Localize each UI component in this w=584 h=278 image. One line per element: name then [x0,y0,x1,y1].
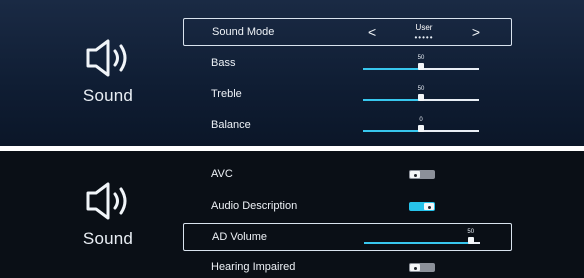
slider-value: 50 [467,229,475,235]
row-label-sound-mode: Sound Mode [212,26,275,38]
slider-fill [363,130,421,132]
row-label-audio-description: Audio Description [211,200,298,212]
avc-toggle[interactable] [409,170,435,179]
category-label: Sound [82,229,134,248]
row-treble[interactable]: Treble 50 [183,81,512,109]
row-bass[interactable]: Bass 50 [183,50,512,78]
row-label-bass: Bass [211,57,236,69]
category-sound: Sound [58,179,158,249]
slider-knob[interactable] [467,237,474,244]
row-label-treble: Treble [211,88,242,100]
toggle-dot [414,267,417,270]
toggle-dot [428,206,431,209]
ad-volume-slider[interactable]: 50 [364,229,480,244]
row-label-ad-volume: AD Volume [212,231,268,243]
chevron-right-icon[interactable]: > [472,24,480,40]
speaker-icon [86,182,127,220]
row-ad-volume[interactable]: AD Volume 50 [183,223,512,251]
category-sound: Sound [58,36,158,106]
toggle-thumb [410,171,420,178]
row-label-balance: Balance [211,119,251,131]
sound-mode-page-dots: ••••• [414,33,434,42]
sound-mode-selector[interactable]: < User ••••• > [368,21,480,45]
bass-slider[interactable]: 50 [363,55,479,70]
audio-description-toggle[interactable] [409,202,435,211]
row-audio-description[interactable]: Audio Description [183,193,512,221]
sound-mode-value: User [415,23,433,32]
toggle-thumb [410,264,420,271]
row-balance[interactable]: Balance 0 [183,112,512,140]
toggle-thumb [424,203,434,210]
toggle-dot [414,174,417,177]
balance-slider[interactable]: 0 [363,117,479,132]
row-hearing-impaired[interactable]: Hearing Impaired [183,254,512,278]
row-label-hearing-impaired: Hearing Impaired [211,261,296,273]
category-label: Sound [82,86,134,105]
slider-knob[interactable] [418,94,424,101]
row-sound-mode[interactable]: Sound Mode < User ••••• > [183,18,512,46]
sound-settings-panel-top: Sound Sound Mode < User ••••• > Bass 50 … [0,0,584,146]
slider-value: 0 [419,117,423,123]
sound-settings-panel-bottom: Sound AVC Audio Description AD Volume 50… [0,151,584,278]
row-label-avc: AVC [211,168,233,180]
hearing-impaired-toggle[interactable] [409,263,435,272]
treble-slider[interactable]: 50 [363,86,479,101]
slider-value: 50 [417,55,425,61]
slider-fill [364,242,471,244]
slider-fill [363,99,421,101]
row-avc[interactable]: AVC [183,161,512,189]
slider-knob[interactable] [418,63,424,70]
slider-value: 50 [417,86,425,92]
slider-knob[interactable] [418,125,424,132]
speaker-icon [86,39,127,77]
slider-fill [363,68,421,70]
